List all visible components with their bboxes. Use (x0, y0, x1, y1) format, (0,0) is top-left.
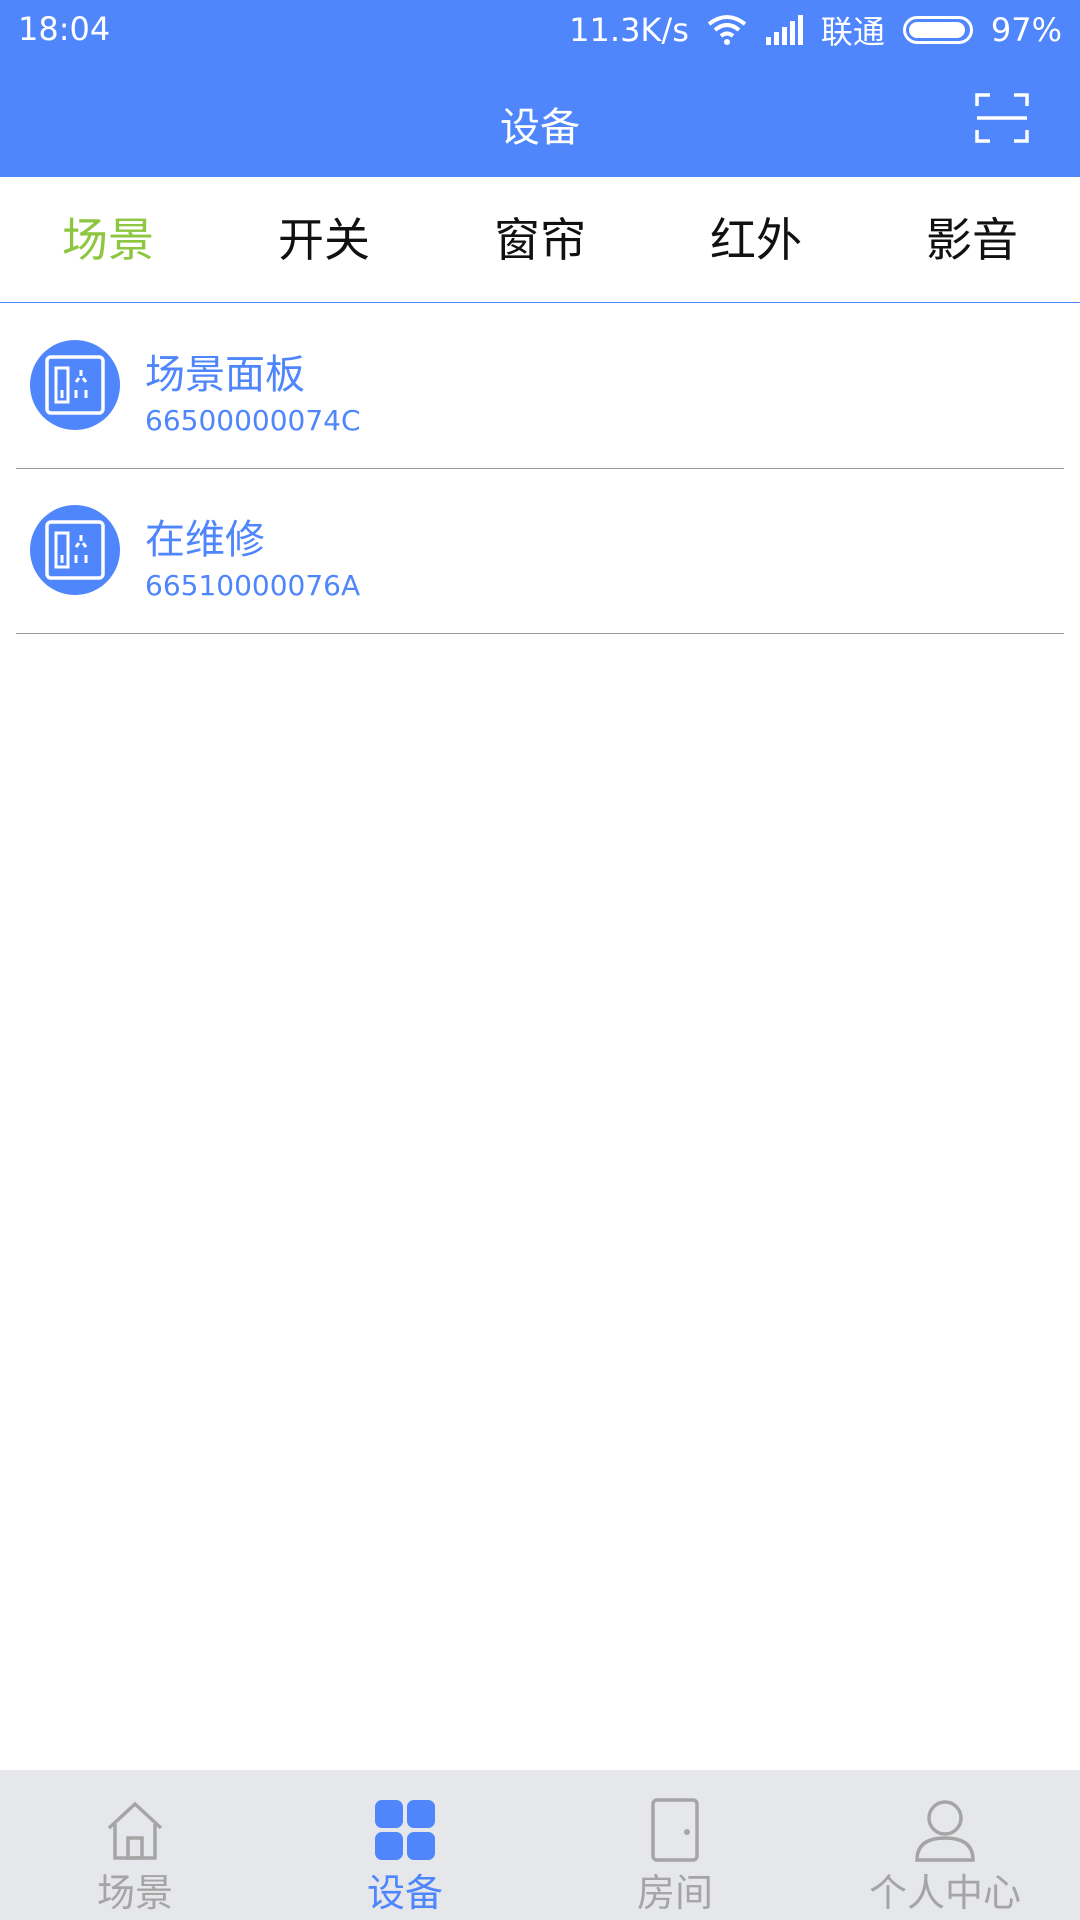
status-right: 11.3K/s 联通 97% (569, 10, 1062, 51)
device-name: 场景面板 (145, 352, 305, 398)
carrier: 联通 (820, 13, 885, 51)
status-time: 18:04 (18, 10, 111, 48)
door-icon (651, 1798, 699, 1862)
device-list: 场景面板 66500000074C 在维修 66510000076A (0, 304, 1080, 634)
nav-label: 场景 (96, 1871, 173, 1915)
network-speed: 11.3K/s (569, 11, 689, 49)
scan-icon (975, 93, 1029, 143)
signal-icon (765, 15, 803, 45)
home-icon (107, 1801, 163, 1860)
devices-grid-icon (375, 1800, 435, 1860)
battery-icon (902, 16, 973, 44)
nav-label: 房间 (636, 1871, 713, 1915)
bottom-nav: 场景 设备 房间 个人中心 (0, 1770, 1080, 1920)
nav-scene[interactable]: 场景 (0, 1770, 270, 1920)
device-code: 66510000076A (145, 569, 361, 602)
page-title: 设备 (500, 105, 580, 151)
wifi-icon (707, 14, 747, 46)
list-item[interactable]: 场景面板 66500000074C (16, 304, 1064, 469)
battery-level: 97% (990, 11, 1062, 49)
user-icon (915, 1800, 975, 1862)
tab-scene[interactable]: 场景 (0, 177, 216, 302)
tab-switch[interactable]: 开关 (216, 177, 432, 302)
nav-devices[interactable]: 设备 (270, 1770, 540, 1920)
nav-rooms[interactable]: 房间 (540, 1770, 810, 1920)
title-bar: 设备 (0, 60, 1080, 177)
app-header: 18:04 11.3K/s 联通 97% 设备 (0, 0, 1080, 177)
tab-curtain[interactable]: 窗帘 (432, 177, 648, 302)
scene-panel-icon (30, 340, 120, 430)
category-tabs: 场景 开关 窗帘 红外 影音 (0, 177, 1080, 303)
nav-profile[interactable]: 个人中心 (810, 1770, 1080, 1920)
scan-button[interactable] (974, 92, 1030, 144)
nav-label: 设备 (366, 1871, 443, 1915)
device-code: 66500000074C (145, 404, 361, 437)
tab-media[interactable]: 影音 (864, 177, 1080, 302)
list-item[interactable]: 在维修 66510000076A (16, 469, 1064, 634)
scene-panel-icon (30, 505, 120, 595)
status-bar: 18:04 11.3K/s 联通 97% (0, 0, 1080, 60)
device-name: 在维修 (145, 517, 265, 563)
tab-infrared[interactable]: 红外 (648, 177, 864, 302)
nav-label: 个人中心 (868, 1871, 1021, 1915)
